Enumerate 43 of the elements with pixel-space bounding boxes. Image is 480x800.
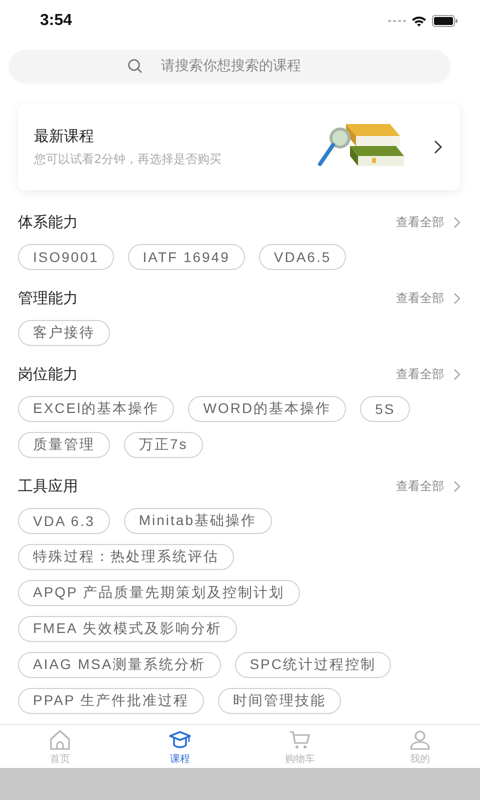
- section-title: 管理能力: [18, 288, 78, 308]
- chevron-right-icon: [434, 140, 442, 154]
- course-tag[interactable]: AIAG MSA测量系统分析: [18, 652, 221, 678]
- chevron-right-icon: [454, 368, 460, 380]
- banner-card[interactable]: 最新课程 您可以试看2分钟，再选择是否购买: [18, 104, 460, 190]
- course-tag[interactable]: SPC统计过程控制: [234, 652, 391, 678]
- course-tag[interactable]: PPAP 生产件批准过程: [18, 688, 204, 714]
- banner-subtitle: 您可以试看2分钟，再选择是否购买: [34, 150, 223, 168]
- course-tag[interactable]: 万正7s: [124, 432, 203, 458]
- course-tag[interactable]: 特殊过程：热处理系统评估: [18, 544, 234, 570]
- search-field[interactable]: 请搜索你想搜索的课程: [9, 50, 450, 82]
- view-all-link[interactable]: 查看全部: [396, 214, 460, 230]
- course-tag[interactable]: VDA6.5: [258, 244, 346, 270]
- section-title: 工具应用: [18, 476, 78, 496]
- person-icon: [408, 728, 432, 752]
- course-tag[interactable]: FMEA 失效模式及影响分析: [18, 616, 238, 642]
- signal-icon: [388, 19, 406, 23]
- view-all-link[interactable]: 查看全部: [396, 366, 460, 382]
- course-tag[interactable]: 质量管理: [18, 432, 110, 458]
- course-tag[interactable]: 时间管理技能: [218, 688, 341, 714]
- section-title: 体系能力: [18, 212, 78, 232]
- course-tag[interactable]: VDA 6.3: [18, 508, 110, 534]
- course-tag[interactable]: Minitab基础操作: [124, 508, 272, 534]
- view-all-link[interactable]: 查看全部: [396, 478, 460, 494]
- course-tag[interactable]: WORD的基本操作: [188, 396, 346, 422]
- course-tag[interactable]: ISO9001: [18, 244, 114, 270]
- chevron-right-icon: [454, 216, 460, 228]
- banner-title: 最新课程: [34, 126, 95, 146]
- section-title: 岗位能力: [18, 364, 78, 384]
- home-icon: [48, 728, 72, 752]
- chevron-right-icon: [454, 480, 460, 492]
- course-tag[interactable]: IATF 16949: [128, 244, 245, 270]
- course-tag[interactable]: EXCEl的基本操作: [18, 396, 174, 422]
- battery-icon: [432, 15, 458, 27]
- status-time: 3:54: [40, 12, 72, 30]
- chevron-right-icon: [454, 292, 460, 304]
- course-tag[interactable]: 客户接待: [18, 320, 110, 346]
- search-icon: [127, 58, 143, 74]
- tab-bar-item[interactable]: 课程: [120, 725, 240, 768]
- course-tag[interactable]: 5S: [360, 396, 410, 422]
- course-tag[interactable]: APQP 产品质量先期策划及控制计划: [18, 580, 300, 606]
- wifi-icon: [411, 15, 427, 27]
- view-all-link[interactable]: 查看全部: [396, 290, 460, 306]
